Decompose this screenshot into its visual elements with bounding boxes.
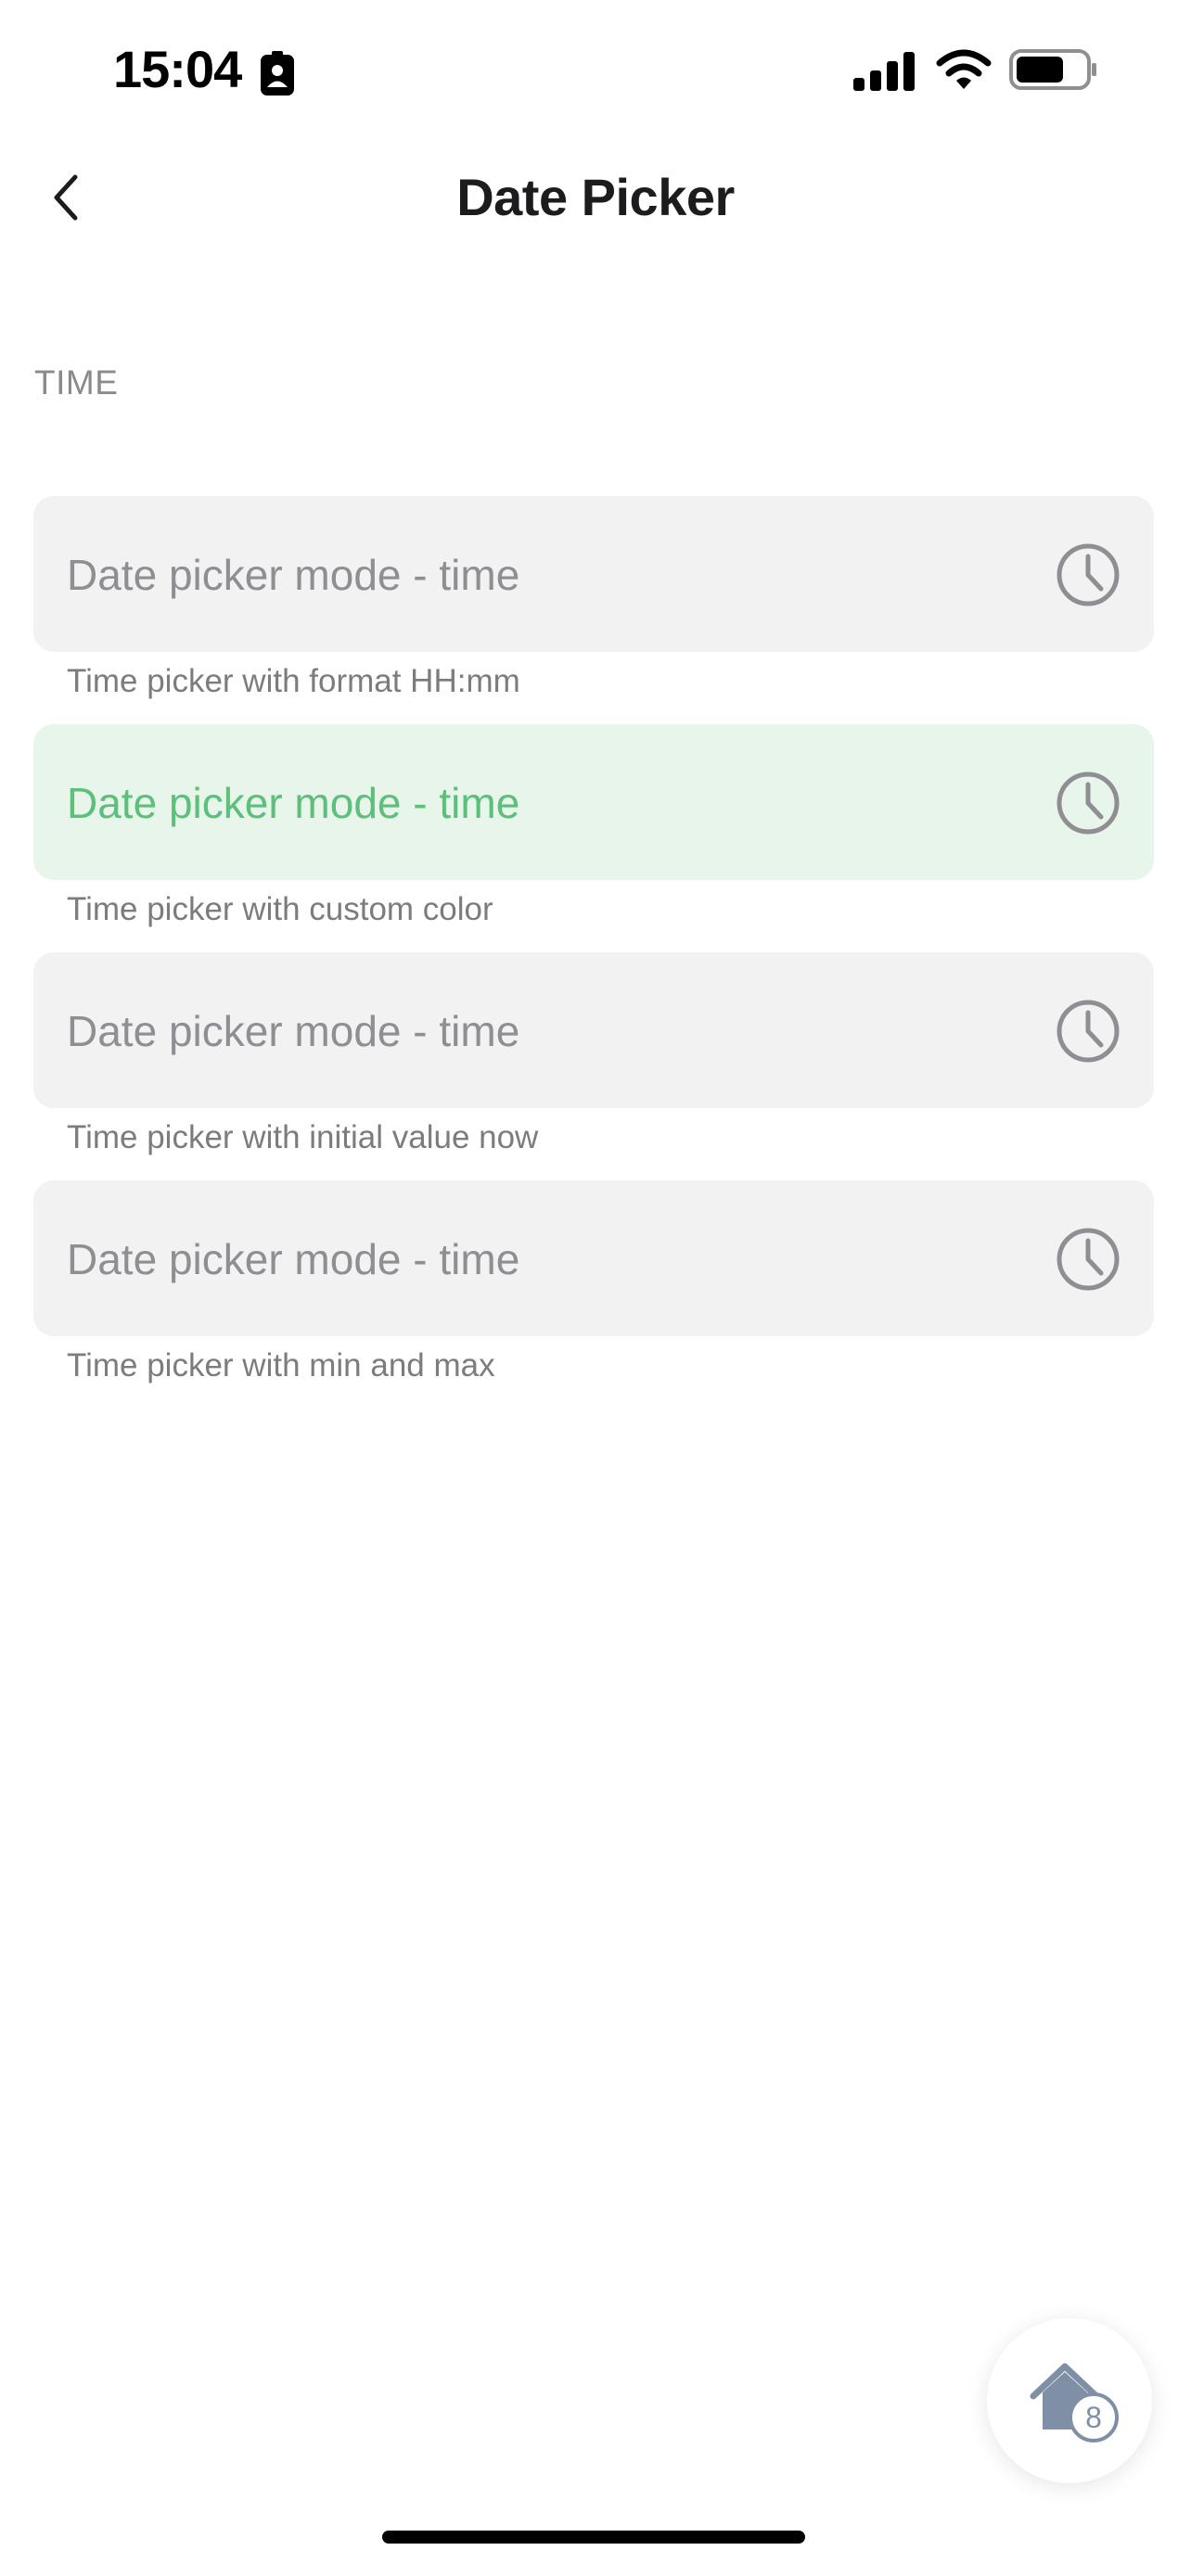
time-picker-group: Date picker mode - time Time picker with… — [33, 1180, 1154, 1384]
section-header: TIME — [34, 363, 119, 402]
field-caption: Time picker with format HH:mm — [67, 663, 520, 699]
chevron-left-icon — [54, 174, 78, 221]
clock-icon[interactable] — [1056, 1227, 1121, 1292]
back-button[interactable] — [33, 165, 98, 230]
time-picker-field-custom-color[interactable]: Date picker mode - time — [33, 724, 1154, 880]
home-fab-button[interactable]: 8 — [987, 2318, 1152, 2483]
notification-badge: 8 — [1069, 2392, 1119, 2442]
page-title: Date Picker — [456, 168, 735, 226]
time-picker-field-min-max[interactable]: Date picker mode - time — [33, 1180, 1154, 1336]
field-placeholder: Date picker mode - time — [67, 551, 520, 599]
time-picker-group: Date picker mode - time Time picker with… — [33, 724, 1154, 928]
wifi-icon — [936, 49, 992, 89]
home-indicator[interactable] — [382, 2531, 805, 2544]
field-placeholder: Date picker mode - time — [67, 1235, 520, 1283]
field-placeholder: Date picker mode - time — [67, 779, 520, 827]
clock-icon[interactable] — [1056, 999, 1121, 1064]
field-caption: Time picker with min and max — [67, 1347, 495, 1384]
clock-icon[interactable] — [1056, 771, 1121, 835]
status-bar: 15:04 — [0, 0, 1191, 139]
field-caption: Time picker with initial value now — [67, 1119, 539, 1155]
nav-bar: Date Picker — [0, 148, 1191, 245]
battery-icon — [1009, 49, 1096, 90]
field-placeholder: Date picker mode - time — [67, 1007, 520, 1055]
time-picker-group: Date picker mode - time Time picker with… — [33, 496, 1154, 700]
status-time: 15:04 — [113, 40, 242, 98]
person-badge-icon — [261, 51, 294, 96]
time-picker-group: Date picker mode - time Time picker with… — [33, 952, 1154, 1156]
signal-icon — [853, 52, 915, 91]
time-picker-field-initial-now[interactable]: Date picker mode - time — [33, 952, 1154, 1108]
clock-icon[interactable] — [1056, 542, 1121, 607]
time-picker-field-format[interactable]: Date picker mode - time — [33, 496, 1154, 652]
field-caption: Time picker with custom color — [67, 891, 493, 927]
